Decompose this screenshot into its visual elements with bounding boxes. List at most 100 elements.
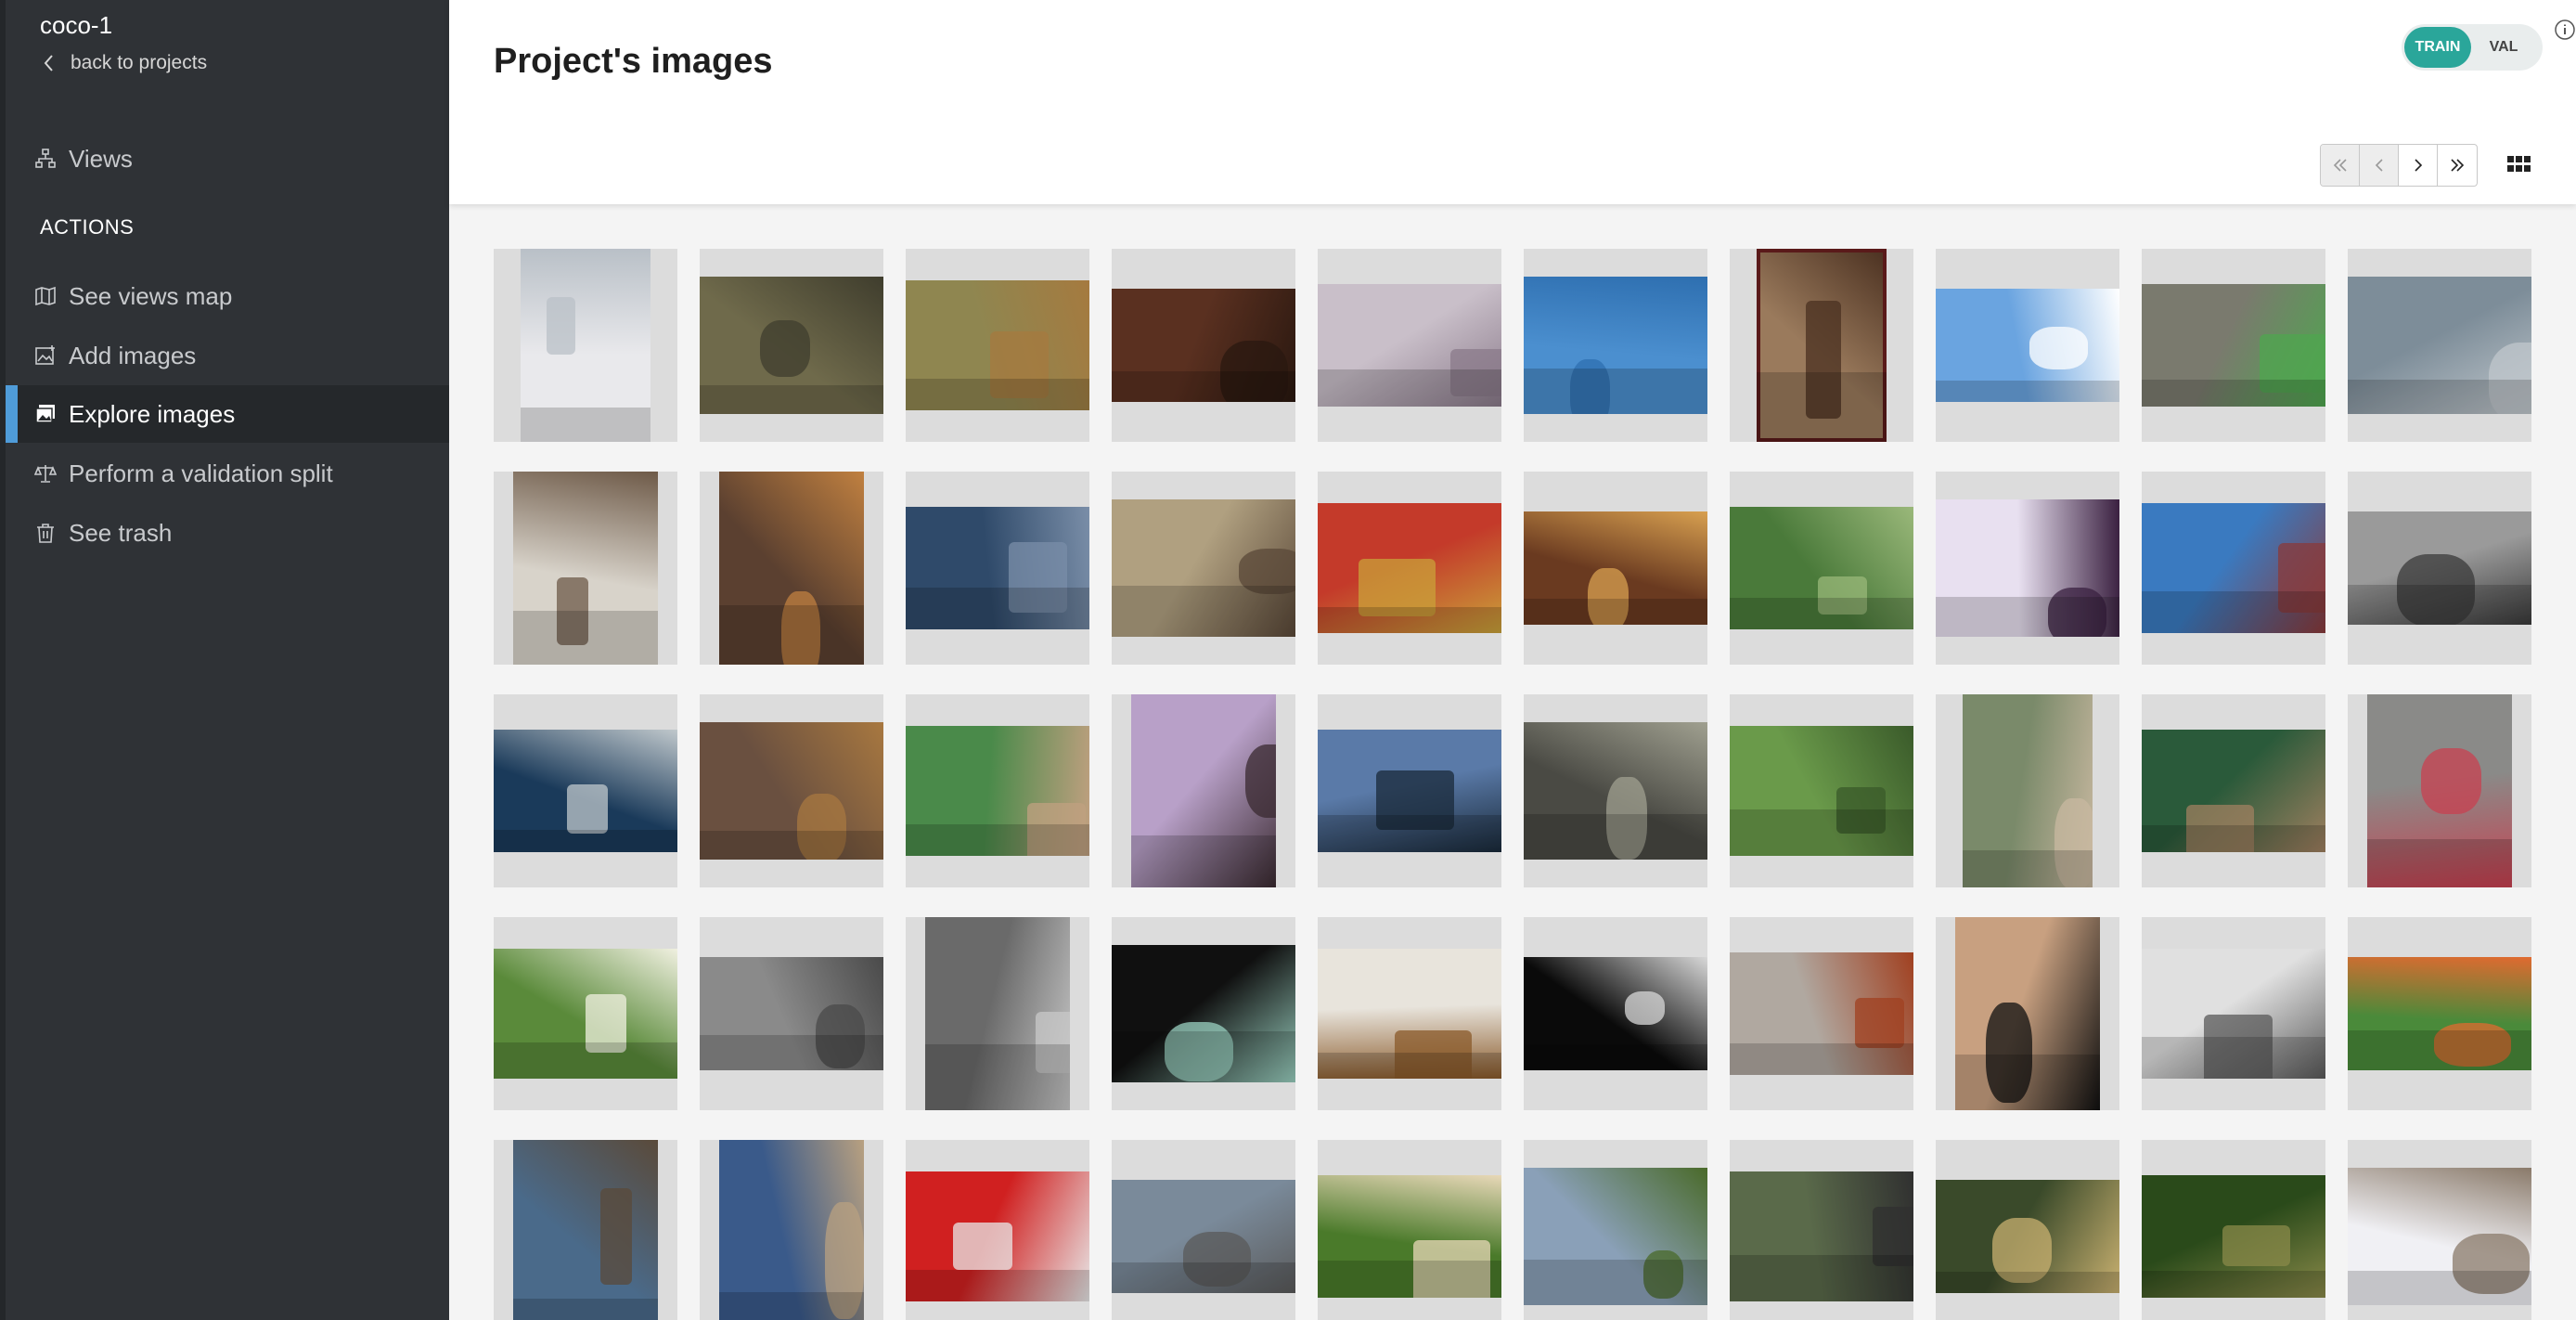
last-page-icon xyxy=(2451,159,2465,172)
image-tile[interactable] xyxy=(700,694,883,887)
image-thumbnail xyxy=(1730,952,1913,1075)
image-thumbnail xyxy=(2142,949,2325,1079)
image-tile[interactable] xyxy=(1730,694,1913,887)
image-tile[interactable] xyxy=(1730,1140,1913,1320)
map-icon xyxy=(33,284,58,308)
previous-page-icon xyxy=(2375,159,2383,172)
previous-page-button[interactable] xyxy=(2360,145,2399,186)
image-tile[interactable] xyxy=(1936,472,2119,665)
image-tile[interactable] xyxy=(1524,917,1707,1110)
image-tile[interactable] xyxy=(494,917,677,1110)
image-tile[interactable] xyxy=(1730,917,1913,1110)
image-thumbnail xyxy=(1318,1175,1501,1298)
image-tile[interactable] xyxy=(906,472,1089,665)
sidebar-item-see-views-map[interactable]: See views map xyxy=(0,267,449,325)
image-tile[interactable] xyxy=(906,1140,1089,1320)
image-tile[interactable] xyxy=(1730,249,1913,442)
image-thumbnail xyxy=(1318,284,1501,407)
image-tile[interactable] xyxy=(906,249,1089,442)
sidebar-item-views[interactable]: Views xyxy=(0,130,449,188)
image-tile[interactable] xyxy=(700,472,883,665)
sidebar-item-label: Perform a validation split xyxy=(69,459,333,487)
image-tile[interactable] xyxy=(1112,917,1295,1110)
last-page-button[interactable] xyxy=(2438,145,2477,186)
next-page-button[interactable] xyxy=(2399,145,2438,186)
image-tile[interactable] xyxy=(1524,694,1707,887)
image-thumbnail xyxy=(1936,499,2119,637)
image-thumbnail xyxy=(2348,277,2531,414)
image-gallery xyxy=(494,249,2535,1320)
image-tile[interactable] xyxy=(494,694,677,887)
image-tile[interactable] xyxy=(2348,917,2531,1110)
sidebar-item-explore-images[interactable]: Explore images xyxy=(0,385,449,443)
image-tile[interactable] xyxy=(906,694,1089,887)
image-tile[interactable] xyxy=(700,1140,883,1320)
image-tile[interactable] xyxy=(2142,1140,2325,1320)
image-tile[interactable] xyxy=(1936,1140,2119,1320)
image-thumbnail xyxy=(1318,503,1501,633)
image-thumbnail xyxy=(494,730,677,852)
image-tile[interactable] xyxy=(1112,472,1295,665)
image-tile[interactable] xyxy=(1936,917,2119,1110)
image-tile[interactable] xyxy=(1730,472,1913,665)
image-tile[interactable] xyxy=(1524,249,1707,442)
image-tile[interactable] xyxy=(494,472,677,665)
trash-icon xyxy=(33,521,58,545)
image-tile[interactable] xyxy=(2348,472,2531,665)
sidebar-item-validation-split[interactable]: Perform a validation split xyxy=(0,445,449,502)
image-tile[interactable] xyxy=(1318,1140,1501,1320)
image-tile[interactable] xyxy=(2142,694,2325,887)
image-tile[interactable] xyxy=(2348,1140,2531,1320)
image-tile[interactable] xyxy=(2348,249,2531,442)
image-thumbnail xyxy=(1318,949,1501,1079)
val-button[interactable]: VAL xyxy=(2471,27,2536,68)
image-thumbnail xyxy=(925,917,1070,1110)
image-tile[interactable] xyxy=(700,917,883,1110)
image-tile[interactable] xyxy=(2142,917,2325,1110)
train-button[interactable]: TRAIN xyxy=(2404,27,2471,68)
image-tile[interactable] xyxy=(700,249,883,442)
image-thumbnail xyxy=(906,507,1089,629)
image-thumbnail xyxy=(1730,726,1913,856)
image-tile[interactable] xyxy=(906,917,1089,1110)
image-thumbnail xyxy=(1936,1180,2119,1293)
grid-view-icon[interactable] xyxy=(2507,154,2531,175)
back-to-projects-link[interactable]: back to projects xyxy=(41,52,207,74)
image-tile[interactable] xyxy=(1524,1140,1707,1320)
image-tile[interactable] xyxy=(494,249,677,442)
page-title: Project's images xyxy=(494,42,773,81)
sidebar-item-label: Explore images xyxy=(69,399,236,428)
image-tile[interactable] xyxy=(1112,249,1295,442)
image-tile[interactable] xyxy=(1936,249,2119,442)
image-thumbnail xyxy=(2142,503,2325,633)
image-tile[interactable] xyxy=(1318,917,1501,1110)
image-tile[interactable] xyxy=(494,1140,677,1320)
image-tile[interactable] xyxy=(1318,472,1501,665)
image-tile[interactable] xyxy=(1318,249,1501,442)
image-tile[interactable] xyxy=(1936,694,2119,887)
chevron-left-icon xyxy=(44,55,53,71)
image-thumbnail xyxy=(1963,694,2093,887)
image-tile[interactable] xyxy=(2348,694,2531,887)
add-image-icon xyxy=(33,343,58,368)
sidebar-item-label: See trash xyxy=(69,518,173,547)
image-tile[interactable] xyxy=(1318,694,1501,887)
image-thumbnail xyxy=(2142,284,2325,407)
image-thumbnail xyxy=(521,249,650,442)
sidebar-item-label: See views map xyxy=(69,281,233,310)
image-thumbnail xyxy=(2367,694,2512,887)
sidebar-item-label: Add images xyxy=(69,341,197,369)
info-icon[interactable] xyxy=(2554,19,2576,41)
image-thumbnail xyxy=(1524,722,1707,860)
back-link-label: back to projects xyxy=(71,52,208,73)
image-tile[interactable] xyxy=(2142,472,2325,665)
image-thumbnail xyxy=(2142,1175,2325,1298)
sidebar-item-see-trash[interactable]: See trash xyxy=(0,504,449,562)
image-tile[interactable] xyxy=(1112,1140,1295,1320)
image-tile[interactable] xyxy=(1524,472,1707,665)
image-tile[interactable] xyxy=(2142,249,2325,442)
first-page-button[interactable] xyxy=(2321,145,2360,186)
image-tile[interactable] xyxy=(1112,694,1295,887)
sidebar-item-add-images[interactable]: Add images xyxy=(0,327,449,384)
train-val-toggle[interactable]: TRAIN VAL xyxy=(2402,24,2543,71)
